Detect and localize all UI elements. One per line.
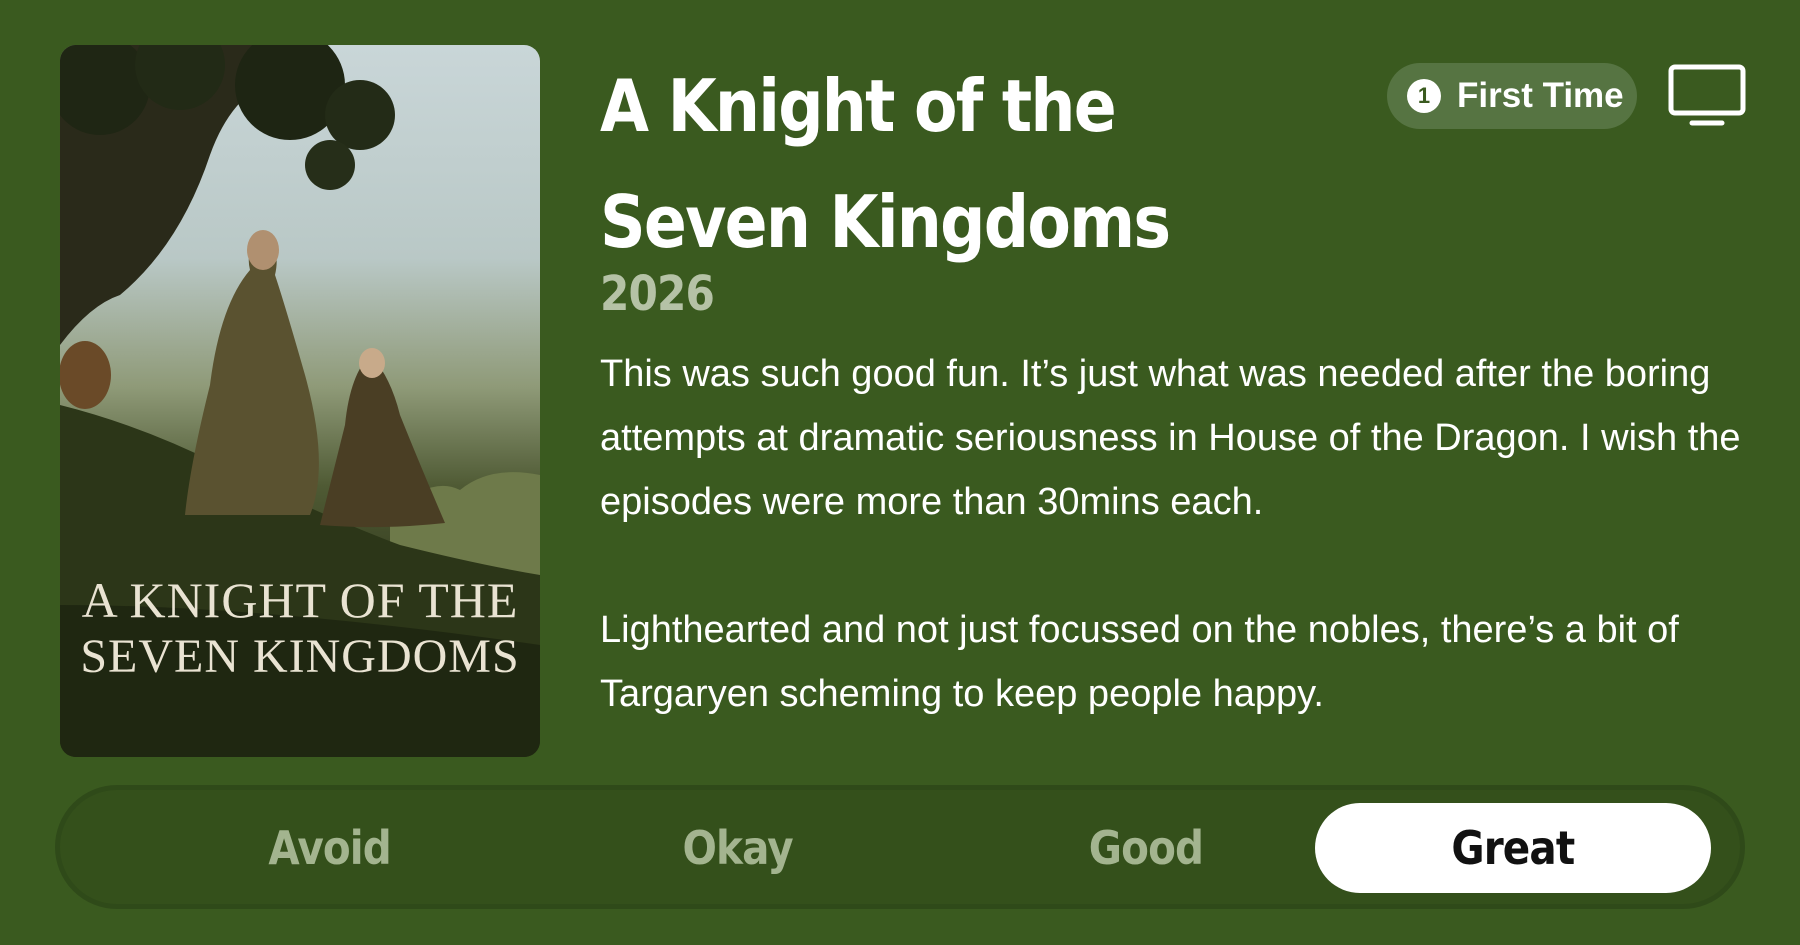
number-circle-icon: 1 bbox=[1407, 79, 1441, 113]
poster-image[interactable]: A KNIGHT OF THE SEVEN KINGDOMS bbox=[60, 45, 540, 757]
show-title: A Knight of the Seven Kingdoms bbox=[600, 64, 1171, 264]
review-card: A KNIGHT OF THE SEVEN KINGDOMS A Knight … bbox=[0, 0, 1800, 945]
rating-segmented-control: Avoid Okay Good Great bbox=[55, 785, 1745, 909]
rating-option-avoid[interactable]: Avoid bbox=[132, 803, 528, 893]
review-paragraph-2: Lighthearted and not just focussed on th… bbox=[600, 609, 1679, 715]
rating-option-label: Good bbox=[1088, 821, 1204, 875]
badge-label: First Time bbox=[1457, 76, 1624, 115]
tv-icon[interactable] bbox=[1668, 64, 1746, 128]
release-year: 2026 bbox=[600, 266, 715, 322]
rating-option-great-selected[interactable]: Great bbox=[1315, 803, 1711, 893]
review-paragraph-1: This was such good fun. It’s just what w… bbox=[600, 353, 1741, 523]
poster-title-line2: SEVEN KINGDOMS bbox=[80, 630, 520, 683]
rating-option-okay[interactable]: Okay bbox=[540, 803, 936, 893]
watch-count-badge[interactable]: 1 First Time bbox=[1387, 63, 1637, 129]
poster-title-line1: A KNIGHT OF THE bbox=[81, 572, 519, 628]
rating-option-label: Okay bbox=[682, 821, 794, 875]
review-text: This was such good fun. It’s just what w… bbox=[600, 342, 1750, 726]
rating-option-label: Avoid bbox=[268, 821, 392, 875]
rating-option-good[interactable]: Good bbox=[948, 803, 1344, 893]
rating-option-label: Great bbox=[1451, 821, 1576, 875]
